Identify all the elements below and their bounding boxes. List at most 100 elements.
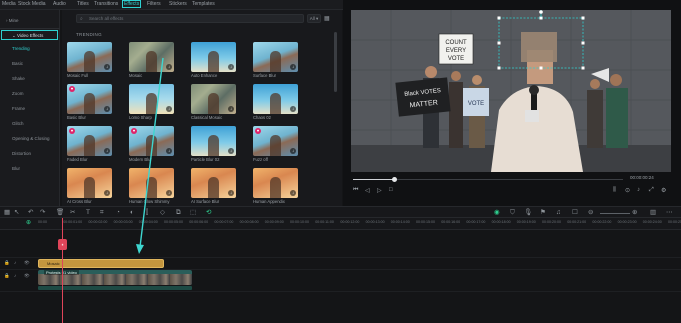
effect-card[interactable]: ↓ AI Cross Blur <box>67 168 112 207</box>
zoom-out-icon[interactable]: ⊖ <box>588 208 593 218</box>
sidebar-item-blur[interactable]: Blur <box>0 164 60 174</box>
delete-icon[interactable]: 🗑 <box>56 208 64 218</box>
download-icon[interactable]: ↓ <box>104 190 110 196</box>
effect-card[interactable]: ♥ ↓ Modern Blur <box>129 126 174 165</box>
mark-icon[interactable]: ⚑ <box>540 208 546 218</box>
download-icon[interactable]: ↓ <box>166 148 172 154</box>
effect-card[interactable]: ↓ Mosaic <box>129 42 174 81</box>
rewind-icon[interactable]: ◁ <box>365 187 370 194</box>
favorite-icon[interactable]: ♥ <box>131 128 137 134</box>
effect-card[interactable]: ↓ Human Glow Shimmy <box>129 168 174 207</box>
shield-icon[interactable]: ⛉ <box>510 208 515 218</box>
sidebar-item-distortion[interactable]: Distortion <box>0 149 60 159</box>
redo-icon[interactable]: ↷ <box>40 208 45 218</box>
effect-card[interactable]: ♥ ↓ Faded Blur <box>67 126 112 165</box>
zoom-in-icon[interactable]: ⊕ <box>632 208 637 218</box>
zoom-slider[interactable] <box>600 213 630 214</box>
snapshot-icon[interactable]: ⊙ <box>625 187 630 194</box>
fullscreen-icon[interactable]: ⤢ <box>649 187 654 194</box>
effect-card[interactable]: ↓ Particle Blur 02 <box>191 126 236 165</box>
sidebar-item-mine[interactable]: › Mine <box>0 16 60 26</box>
download-icon[interactable]: ↓ <box>228 106 234 112</box>
sidebar-item-glitch[interactable]: Glitch <box>0 119 60 129</box>
download-icon[interactable]: ↓ <box>104 106 110 112</box>
download-icon[interactable]: ↓ <box>290 148 296 154</box>
add-track-icon[interactable]: ⊕ <box>26 218 31 228</box>
tab-filters[interactable]: Filters <box>147 1 161 7</box>
group-icon[interactable]: ⧉ <box>176 208 181 218</box>
select-tool-icon[interactable]: ↖ <box>14 208 19 218</box>
tab-media[interactable]: Media <box>2 1 16 7</box>
play-icon[interactable]: ▷ <box>377 187 382 194</box>
sidebar-item-opening-closing[interactable]: Opening & Closing <box>0 134 60 144</box>
stop-icon[interactable]: □ <box>389 187 393 193</box>
cut-icon[interactable]: ✂ <box>70 208 75 218</box>
download-icon[interactable]: ↓ <box>290 106 296 112</box>
settings-icon[interactable]: ⚙ <box>661 187 666 194</box>
effect-card[interactable]: ↓ Auto Enhance <box>191 42 236 81</box>
favorite-icon[interactable]: ♥ <box>69 86 75 92</box>
sticker-icon[interactable]: ☐ <box>572 208 578 218</box>
tab-stock-media[interactable]: Stock Media <box>18 1 46 7</box>
effect-card[interactable]: ♥ ↓ Basic Blur <box>67 84 112 123</box>
sidebar-item-zoom[interactable]: Zoom <box>0 89 60 99</box>
filter-dropdown[interactable]: All ▾ <box>307 14 321 23</box>
download-icon[interactable]: ↓ <box>104 64 110 70</box>
download-icon[interactable]: ↓ <box>228 148 234 154</box>
sidebar-item-basic[interactable]: Basic <box>0 59 60 69</box>
track-audio-icon[interactable]: ♪ <box>14 260 16 265</box>
effect-card[interactable]: ↓ Mosaic Full <box>67 42 112 81</box>
track-visibility-icon[interactable]: 👁 <box>24 273 30 279</box>
grid-view-icon[interactable]: ▦ <box>324 15 332 23</box>
preview-scrubber-handle[interactable] <box>391 177 397 182</box>
speed-icon[interactable]: ◔ <box>116 208 120 218</box>
preview-video[interactable]: COUNT EVERY VOTE Black VOTES MATTER VOTE <box>351 10 671 172</box>
split-icon[interactable]: ⫿ <box>146 208 148 218</box>
undo-icon[interactable]: ↶ <box>28 208 33 218</box>
layout-grid-icon[interactable]: ▦ <box>4 208 10 218</box>
effect-card[interactable]: ↓ Chaos 02 <box>253 84 298 123</box>
tab-stickers[interactable]: Stickers <box>169 1 187 7</box>
track-lock-icon[interactable]: 🔒 <box>4 273 10 279</box>
text-tool-icon[interactable]: T <box>86 208 90 218</box>
favorite-icon[interactable]: ♥ <box>69 128 75 134</box>
keyframe-icon[interactable]: ◇ <box>160 208 165 218</box>
crop-icon[interactable]: ⌗ <box>100 208 104 218</box>
tab-effects[interactable]: Effects <box>122 0 142 8</box>
detach-icon[interactable]: ⬚ <box>190 208 196 218</box>
browser-scrollbar[interactable] <box>334 32 337 92</box>
download-icon[interactable]: ↓ <box>290 190 296 196</box>
search-input[interactable]: ⌕ Search all effects <box>76 14 304 23</box>
volume-icon[interactable]: ♪ <box>637 187 640 193</box>
download-icon[interactable]: ↓ <box>166 190 172 196</box>
tab-titles[interactable]: Titles <box>77 1 89 7</box>
mic-icon[interactable]: 🎙 <box>524 208 532 218</box>
track-visibility-icon[interactable]: 👁 <box>24 260 30 266</box>
tab-audio[interactable]: Audio <box>53 1 66 7</box>
sidebar-item-shake[interactable]: Shake <box>0 74 60 84</box>
effect-card[interactable]: ↓ Classical Mosaic <box>191 84 236 123</box>
track-lock-icon[interactable]: 🔒 <box>4 260 10 266</box>
download-icon[interactable]: ↓ <box>290 64 296 70</box>
playhead-handle[interactable]: ⏸ <box>58 239 67 250</box>
effect-card[interactable]: ♥ ↓ Fuzz off <box>253 126 298 165</box>
previous-frame-icon[interactable]: ⏮ <box>353 187 358 194</box>
tab-templates[interactable]: Templates <box>192 1 215 7</box>
playhead[interactable] <box>62 218 63 323</box>
effect-card[interactable]: ↓ Surface Blur <box>253 42 298 81</box>
color-icon[interactable]: ◐ <box>130 208 134 218</box>
audio-mix-icon[interactable]: ♫ <box>556 208 561 218</box>
favorite-icon[interactable]: ♥ <box>255 128 261 134</box>
sidebar-item-video-effects[interactable]: ⌄ Video Effects <box>1 30 58 40</box>
effect-card[interactable]: ↓ Human Appendix <box>253 168 298 207</box>
download-icon[interactable]: ↓ <box>228 190 234 196</box>
sidebar-item-trending[interactable]: Trending <box>0 44 60 54</box>
effect-card[interactable]: ↓ Lomo Sharp <box>129 84 174 123</box>
timeline-ruler[interactable]: ⊕ 00:00 00:00:01:00 00:00:02:00 00:00:03:00… <box>0 218 681 230</box>
download-icon[interactable]: ↓ <box>166 106 172 112</box>
download-icon[interactable]: ↓ <box>104 148 110 154</box>
sidebar-item-frame[interactable]: Frame <box>0 104 60 114</box>
effect-card[interactable]: ↓ AI Surface Blur <box>191 168 236 207</box>
render-icon[interactable]: ◉ <box>494 208 500 218</box>
tab-transitions[interactable]: Transitions <box>94 1 118 7</box>
